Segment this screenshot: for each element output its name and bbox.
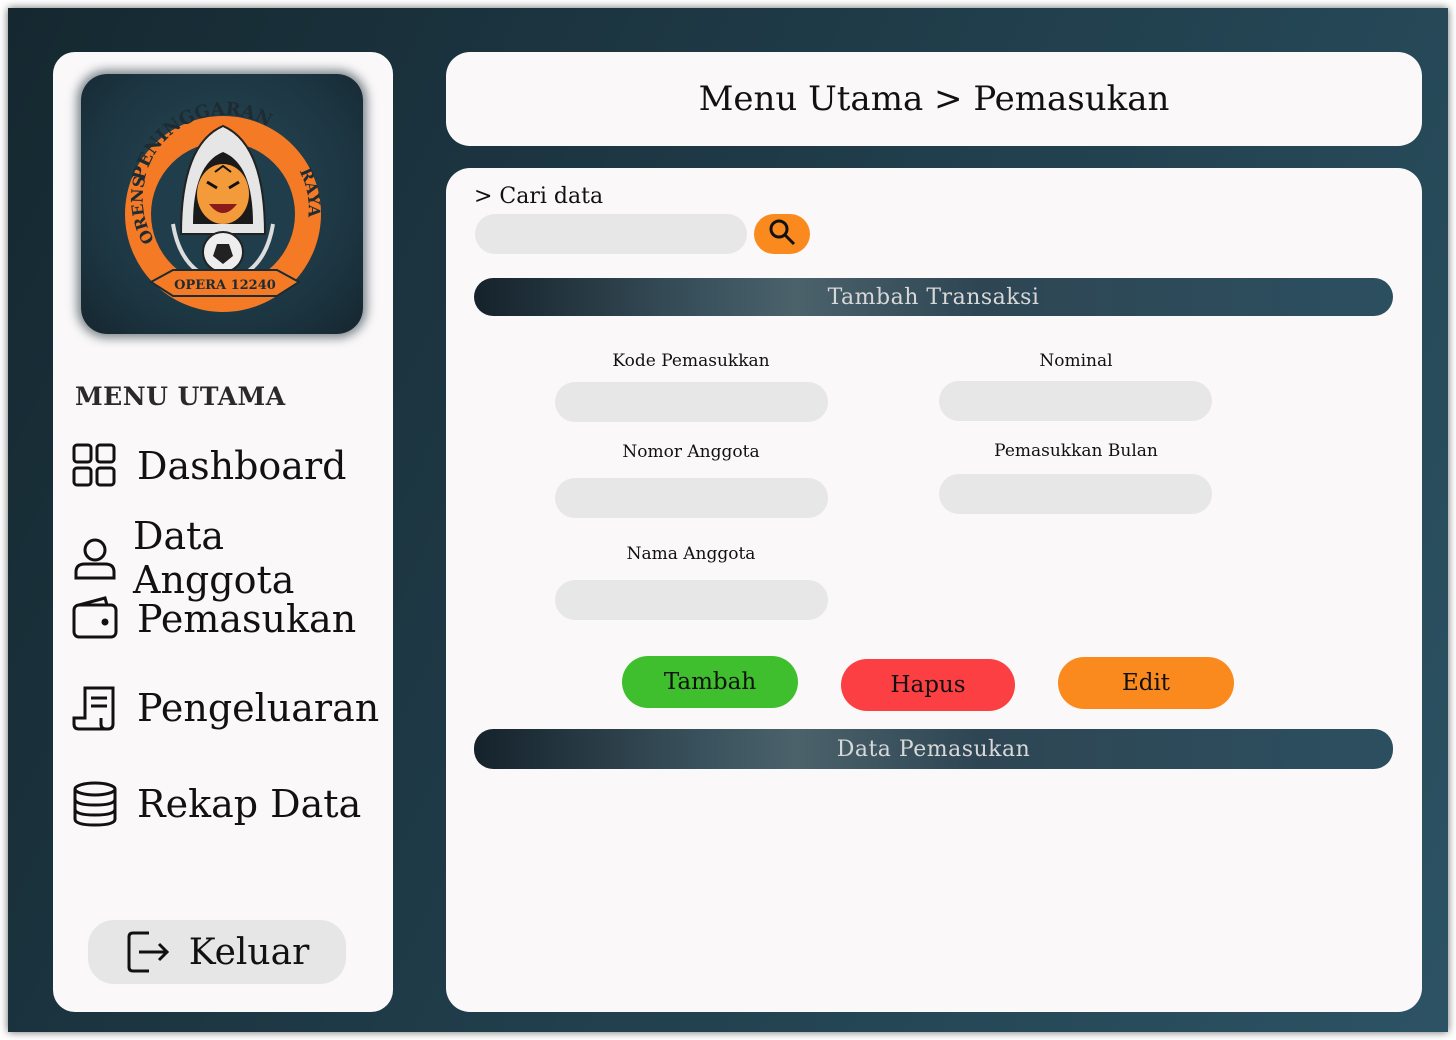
nama-anggota-label: Nama Anggota xyxy=(626,544,756,564)
database-icon xyxy=(71,780,119,828)
pemasukkan-bulan-label: Pemasukkan Bulan xyxy=(994,441,1158,461)
nominal-label: Nominal xyxy=(1039,351,1113,371)
menu-title: MENU UTAMA xyxy=(75,382,286,411)
sidebar-item-label: Data Anggota xyxy=(133,514,295,602)
sidebar-item-label: Rekap Data xyxy=(137,782,362,826)
sidebar: PENINGGARAN ORENS RAYA OPERA 12240 MENU … xyxy=(53,52,393,1012)
logout-button[interactable]: Keluar xyxy=(88,920,346,984)
data-pemasukan-table xyxy=(474,778,1393,988)
edit-button[interactable]: Edit xyxy=(1058,657,1234,709)
pemasukkan-bulan-field[interactable] xyxy=(939,474,1212,514)
tambah-button[interactable]: Tambah xyxy=(622,656,798,708)
nomor-anggota-label: Nomor Anggota xyxy=(622,442,760,462)
nomor-anggota-field[interactable] xyxy=(555,478,828,518)
main-panel: > Cari data Tambah Transaksi Kode Pemasu… xyxy=(446,168,1422,1012)
logo-banner-text: OPERA 12240 xyxy=(174,278,276,293)
nama-anggota-field[interactable] xyxy=(555,580,828,620)
sidebar-item-dashboard[interactable]: Dashboard xyxy=(71,442,346,490)
sidebar-item-pengeluaran[interactable]: Pengeluaran xyxy=(71,684,379,732)
page-title: Menu Utama > Pemasukan xyxy=(446,52,1422,146)
section-title: Data Pemasukan xyxy=(836,736,1031,762)
data-pemasukan-header: Data Pemasukan xyxy=(474,729,1393,769)
breadcrumb: Menu Utama > Pemasukan xyxy=(698,79,1170,119)
sidebar-item-label: Dashboard xyxy=(137,444,347,488)
hapus-button[interactable]: Hapus xyxy=(841,659,1015,711)
nominal-field[interactable] xyxy=(939,381,1212,421)
logout-label: Keluar xyxy=(188,931,310,973)
search-input[interactable] xyxy=(475,214,747,254)
club-logo: PENINGGARAN ORENS RAYA OPERA 12240 xyxy=(81,74,363,334)
sidebar-item-label: Pemasukan xyxy=(137,597,357,641)
search-button[interactable] xyxy=(754,214,810,254)
kode-pemasukkan-label: Kode Pemasukkan xyxy=(612,351,770,371)
section-title: Tambah Transaksi xyxy=(827,284,1040,310)
user-icon xyxy=(71,534,119,582)
search-label: > Cari data xyxy=(474,184,604,209)
kode-pemasukkan-field[interactable] xyxy=(555,382,828,422)
receipt-icon xyxy=(71,684,119,732)
search-icon xyxy=(768,218,796,250)
tambah-transaksi-header: Tambah Transaksi xyxy=(474,278,1393,316)
dashboard-grid-icon xyxy=(71,442,119,490)
sidebar-item-data-anggota[interactable]: Data Anggota xyxy=(71,514,393,602)
wallet-icon xyxy=(71,595,119,643)
sidebar-item-pemasukan[interactable]: Pemasukan xyxy=(71,595,356,643)
logout-icon xyxy=(125,929,171,975)
sidebar-item-rekap-data[interactable]: Rekap Data xyxy=(71,780,361,828)
sidebar-item-label: Pengeluaran xyxy=(137,686,380,730)
app-background: PENINGGARAN ORENS RAYA OPERA 12240 MENU … xyxy=(8,8,1448,1032)
